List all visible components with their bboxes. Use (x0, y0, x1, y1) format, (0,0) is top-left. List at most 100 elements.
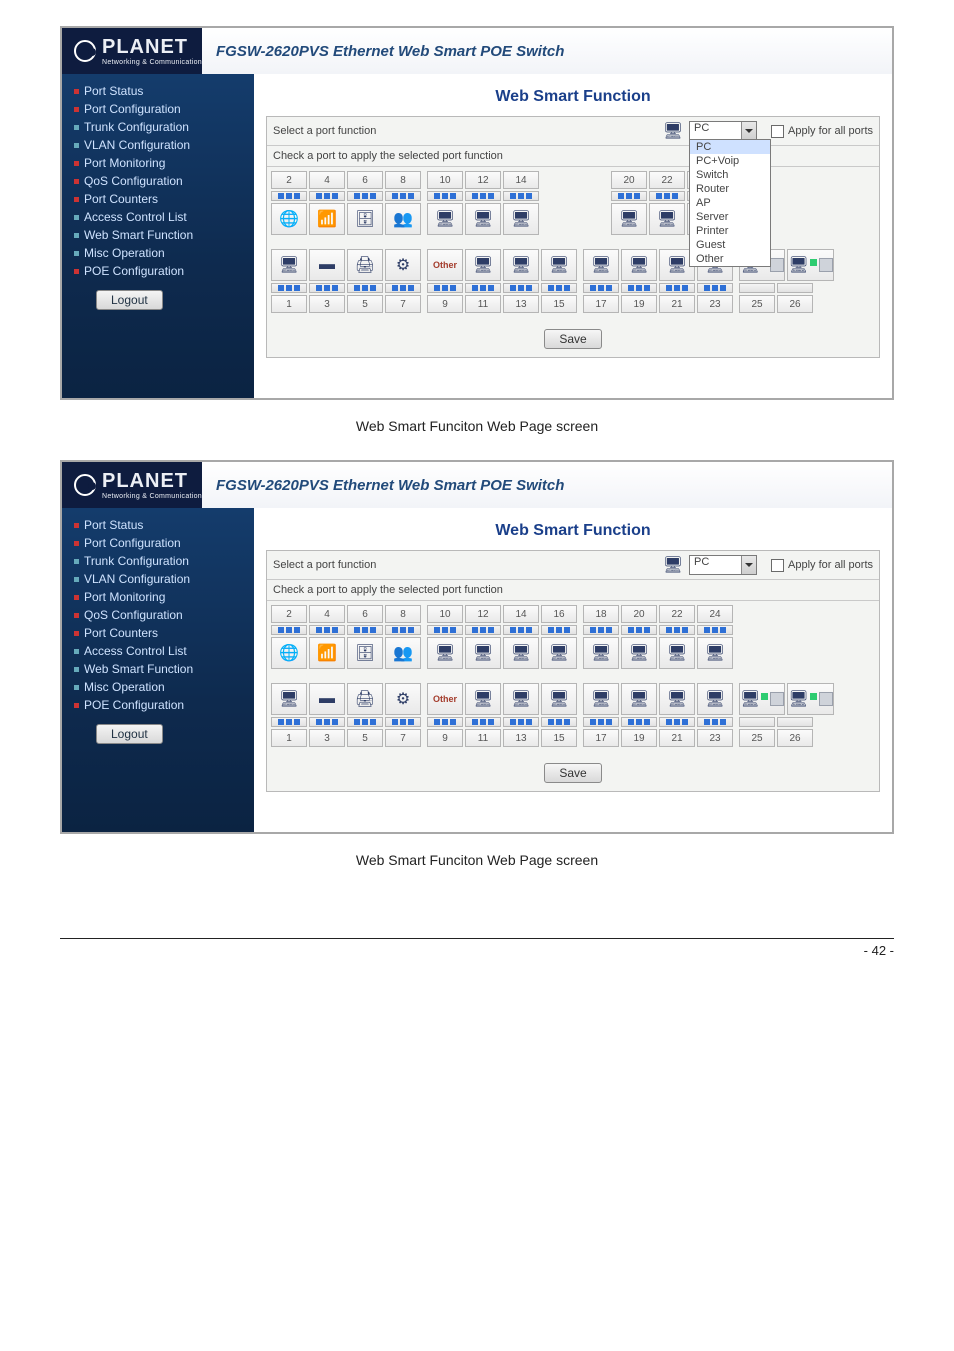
sidebar-item-qos-configuration[interactable]: QoS Configuration (74, 606, 244, 624)
port-icon[interactable]: 🖥 (649, 203, 685, 235)
sidebar-item-port-counters[interactable]: Port Counters (74, 190, 244, 208)
sidebar-item-port-monitoring[interactable]: Port Monitoring (74, 154, 244, 172)
port-icon[interactable]: 🖥 (503, 683, 539, 715)
port-icon[interactable]: ▬ (309, 683, 345, 715)
link-led (465, 717, 501, 727)
server-icon: 🗄 (355, 209, 375, 229)
sidebar-item-misc-operation[interactable]: Misc Operation (74, 678, 244, 696)
port-icon[interactable]: 🖥 (503, 203, 539, 235)
save-button[interactable]: Save (544, 329, 601, 349)
port-icon[interactable]: 🖥 (621, 249, 657, 281)
sidebar-item-poe-configuration[interactable]: POE Configuration (74, 262, 244, 280)
save-button[interactable]: Save (544, 763, 601, 783)
link-led (583, 717, 619, 727)
port-icon[interactable]: 🖥 (583, 683, 619, 715)
sidebar-item-port-counters[interactable]: Port Counters (74, 624, 244, 642)
port-num: 19 (621, 729, 657, 747)
port-icon[interactable]: 🖥 (697, 683, 733, 715)
sidebar-item-port-status[interactable]: Port Status (74, 516, 244, 534)
option-router[interactable]: Router (690, 182, 770, 196)
logout-button[interactable]: Logout (96, 290, 163, 310)
port-icon[interactable]: 🗄 (347, 637, 383, 669)
sidebar-item-access-control-list[interactable]: Access Control List (74, 642, 244, 660)
port-icon[interactable]: 🖥 (465, 249, 501, 281)
port-icon[interactable]: 📶 (309, 203, 345, 235)
option-pc-voip[interactable]: PC+Voip (690, 154, 770, 168)
port-icon[interactable]: Other (427, 683, 463, 715)
port-icon[interactable]: 🖥 (271, 249, 307, 281)
product-title: FGSW-2620PVS Ethernet Web Smart POE Swit… (202, 28, 892, 74)
sidebar-item-port-configuration[interactable]: Port Configuration (74, 100, 244, 118)
port-icon[interactable]: 👥 (385, 637, 421, 669)
port-icon[interactable]: 🖥 (659, 637, 695, 669)
option-pc[interactable]: PC (690, 140, 770, 154)
sidebar-item-web-smart-function[interactable]: Web Smart Function (74, 226, 244, 244)
port-icon[interactable]: 🌐 (271, 203, 307, 235)
logout-button[interactable]: Logout (96, 724, 163, 744)
sfp-port[interactable]: 🖥 (787, 683, 833, 715)
sidebar-item-port-configuration[interactable]: Port Configuration (74, 534, 244, 552)
sidebar-item-vlan-configuration[interactable]: VLAN Configuration (74, 570, 244, 588)
port-icon[interactable]: 🖥 (503, 637, 539, 669)
sfp-port[interactable]: 🖥 (739, 683, 785, 715)
port-icon[interactable]: 🖥 (541, 637, 577, 669)
pc-icon: 🖥 (629, 255, 649, 275)
link-led (621, 625, 657, 635)
port-icon[interactable]: 🖥 (541, 249, 577, 281)
port-icon[interactable]: 🖥 (465, 203, 501, 235)
port-icon[interactable]: ⚙ (385, 249, 421, 281)
port-icon[interactable]: 🖥 (659, 683, 695, 715)
port-icon[interactable]: ▬ (309, 249, 345, 281)
port-icon[interactable]: 🗄 (347, 203, 383, 235)
port-icon[interactable]: ⚙ (385, 683, 421, 715)
function-select-options[interactable]: PC PC+Voip Switch Router AP Server Print… (689, 139, 771, 267)
port-icon[interactable]: Other (427, 249, 463, 281)
port-icon[interactable]: 🖥 (621, 683, 657, 715)
port-icon[interactable]: 🌐 (271, 637, 307, 669)
apply-all-checkbox[interactable] (771, 559, 784, 572)
sidebar-item-vlan-configuration[interactable]: VLAN Configuration (74, 136, 244, 154)
apply-all-checkbox[interactable] (771, 125, 784, 138)
port-icon[interactable]: 🖥 (583, 637, 619, 669)
function-select[interactable]: PC (689, 555, 757, 575)
option-switch[interactable]: Switch (690, 168, 770, 182)
brand-name: PLANET (102, 470, 188, 492)
sidebar-item-web-smart-function[interactable]: Web Smart Function (74, 660, 244, 678)
port-icon[interactable]: 🖥 (503, 249, 539, 281)
port-icon[interactable]: 📶 (309, 637, 345, 669)
function-select[interactable]: PC PC PC+Voip Switch Router AP Server Pr… (689, 121, 757, 141)
option-printer[interactable]: Printer (690, 224, 770, 238)
port-icon[interactable]: 🖥 (271, 683, 307, 715)
port-icon[interactable]: 🖥 (621, 637, 657, 669)
sfp-port[interactable]: 🖥 (787, 249, 833, 281)
brand-bar: PLANET Networking & Communication (62, 462, 202, 508)
option-ap[interactable]: AP (690, 196, 770, 210)
option-server[interactable]: Server (690, 210, 770, 224)
port-icon[interactable]: 🖥 (465, 683, 501, 715)
port-icon[interactable]: 👥 (385, 203, 421, 235)
pc-icon: 🖥 (667, 643, 687, 663)
port-icon[interactable]: 🖥 (697, 637, 733, 669)
sidebar-item-qos-configuration[interactable]: QoS Configuration (74, 172, 244, 190)
sidebar-item-port-status[interactable]: Port Status (74, 82, 244, 100)
other-label: Other (433, 260, 457, 270)
port-num: 20 (621, 605, 657, 623)
port-icon[interactable]: 🖥 (583, 249, 619, 281)
sidebar-item-trunk-configuration[interactable]: Trunk Configuration (74, 552, 244, 570)
option-other[interactable]: Other (690, 252, 770, 266)
port-icon[interactable]: 🖥 (427, 203, 463, 235)
sidebar-item-trunk-configuration[interactable]: Trunk Configuration (74, 118, 244, 136)
link-led (309, 717, 345, 727)
port-icon[interactable]: 🖨 (347, 683, 383, 715)
port-icon[interactable]: 🖥 (465, 637, 501, 669)
sidebar-item-poe-configuration[interactable]: POE Configuration (74, 696, 244, 714)
sidebar-item-port-monitoring[interactable]: Port Monitoring (74, 588, 244, 606)
sidebar-item-access-control-list[interactable]: Access Control List (74, 208, 244, 226)
port-icon[interactable]: 🖥 (427, 637, 463, 669)
port-icon[interactable]: 🖥 (541, 683, 577, 715)
port-icon[interactable]: 🖥 (611, 203, 647, 235)
option-guest[interactable]: Guest (690, 238, 770, 252)
port-icon[interactable]: 🖨 (347, 249, 383, 281)
link-led (583, 625, 619, 635)
sidebar-item-misc-operation[interactable]: Misc Operation (74, 244, 244, 262)
